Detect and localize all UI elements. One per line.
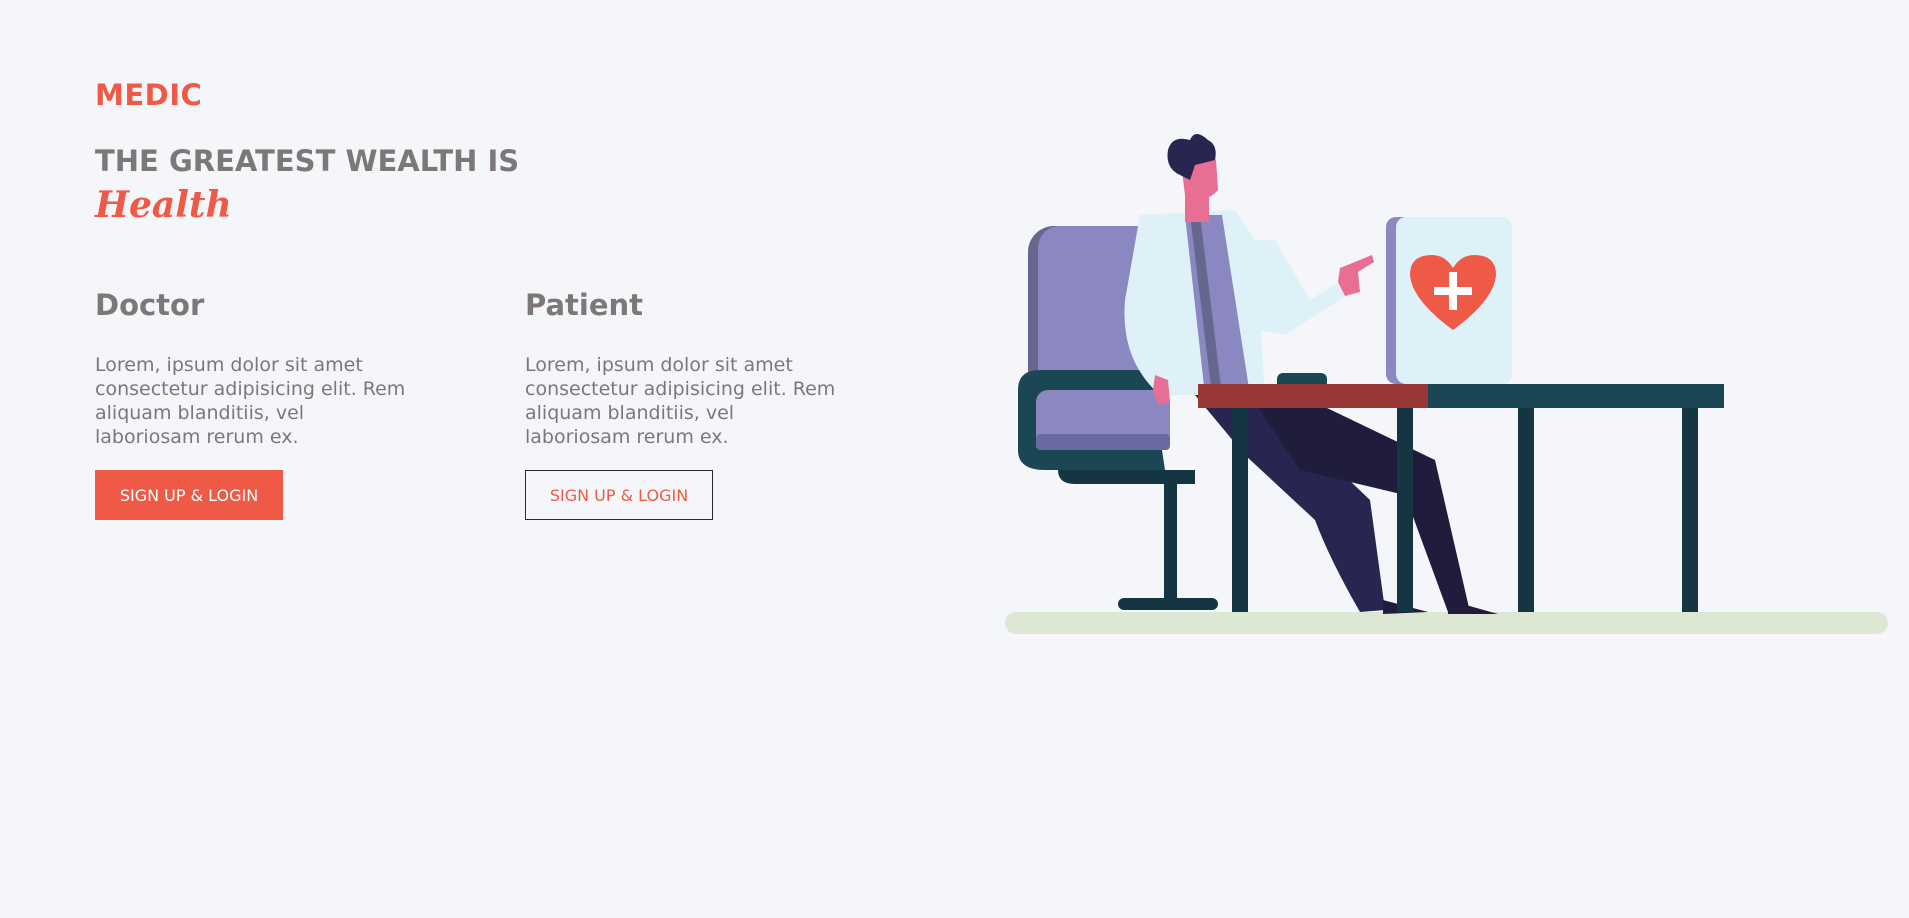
hero-script-word: Health — [95, 184, 232, 226]
patient-card-title: Patient — [525, 288, 644, 322]
hero-headline: THE GREATEST WEALTH IS — [95, 144, 520, 178]
patient-card-text: Lorem, ipsum dolor sit amet consectetur … — [525, 354, 836, 448]
doctor-card-title: Doctor — [95, 288, 205, 322]
doctor-card-text: Lorem, ipsum dolor sit amet consectetur … — [95, 354, 406, 448]
doctor-at-desk-illustration — [1005, 134, 1888, 634]
patient-signup-button[interactable]: SIGN UP & LOGIN — [525, 470, 713, 520]
brand-logo[interactable]: MEDIC — [95, 78, 202, 112]
doctor-card: Doctor Lorem, ipsum dolor sit amet conse… — [95, 285, 425, 520]
doctor-signup-button[interactable]: SIGN UP & LOGIN — [95, 470, 283, 520]
floor-shadow — [1005, 612, 1888, 634]
patient-card: Patient Lorem, ipsum dolor sit amet cons… — [525, 285, 855, 520]
medical-card — [1386, 217, 1512, 384]
